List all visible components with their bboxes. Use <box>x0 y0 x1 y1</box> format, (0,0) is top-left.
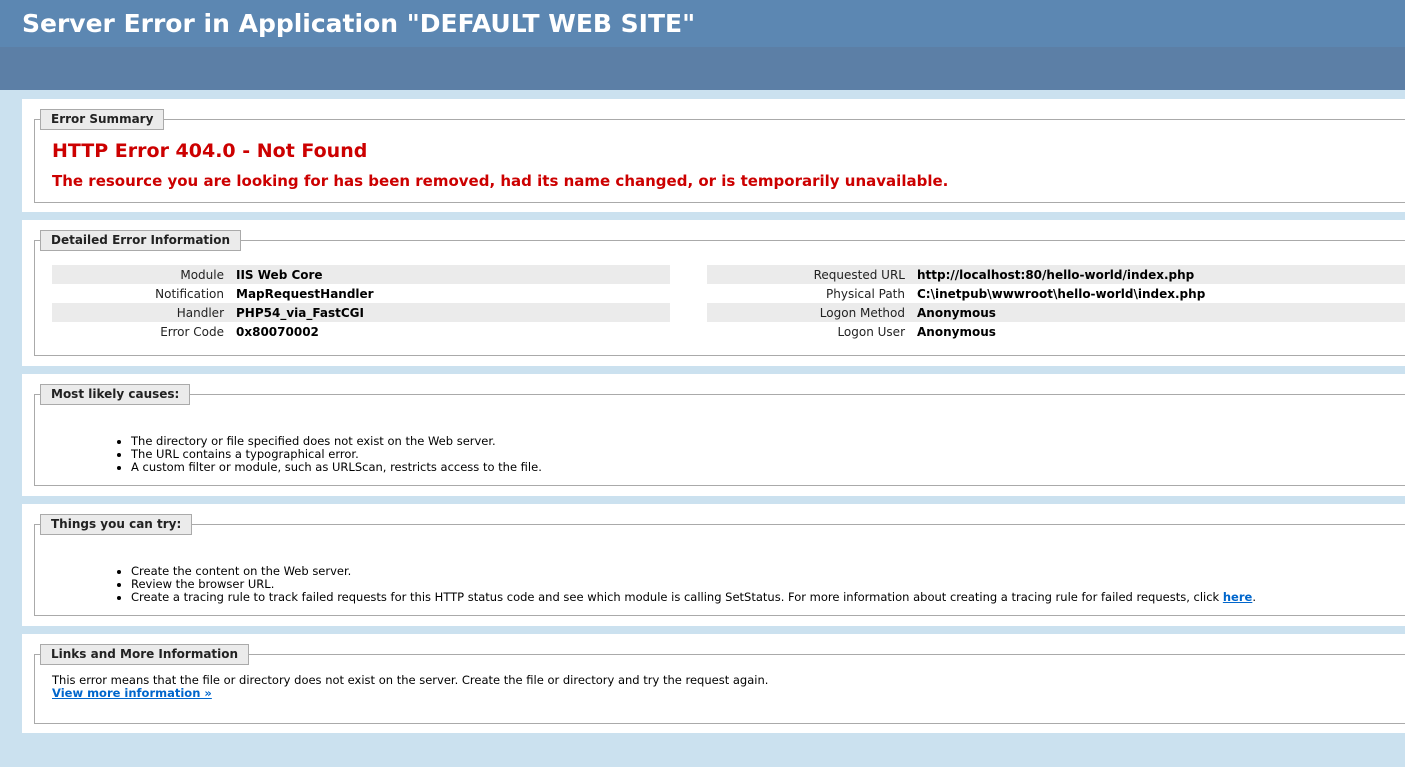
table-row: Physical Path C:\inetpub\wwwroot\hello-w… <box>707 284 1405 303</box>
links-info: This error means that the file or direct… <box>52 674 768 700</box>
detail-label-logon-method: Logon Method <box>707 303 917 322</box>
causes-legend: Most likely causes: <box>40 384 191 405</box>
table-row: Logon User Anonymous <box>707 322 1405 341</box>
error-message: The resource you are looking for has bee… <box>52 172 949 190</box>
table-row: Handler PHP54_via_FastCGI <box>52 303 670 322</box>
causes-section: Most likely causes: The directory or fil… <box>22 374 1405 496</box>
detailed-info-section: Detailed Error Information Module IIS We… <box>22 220 1405 366</box>
causes-list: The directory or file specified does not… <box>119 435 542 474</box>
detail-value-error-code: 0x80070002 <box>236 324 319 339</box>
tracing-rule-end: . <box>1252 590 1256 604</box>
list-item: A custom filter or module, such as URLSc… <box>131 461 542 474</box>
try-section: Things you can try: Create the content o… <box>22 504 1405 626</box>
error-summary-section: Error Summary HTTP Error 404.0 - Not Fou… <box>22 99 1405 212</box>
detail-label-notification: Notification <box>155 286 224 301</box>
page-title: Server Error in Application "DEFAULT WEB… <box>22 9 696 38</box>
error-title: HTTP Error 404.0 - Not Found <box>52 140 368 162</box>
table-row: Requested URL http://localhost:80/hello-… <box>707 265 1405 284</box>
error-summary-fieldset: Error Summary HTTP Error 404.0 - Not Fou… <box>34 109 1405 203</box>
links-section: Links and More Information This error me… <box>22 634 1405 733</box>
detail-value-requested-url: http://localhost:80/hello-world/index.ph… <box>917 265 1405 284</box>
detail-label-module: Module <box>52 265 236 284</box>
try-fieldset: Things you can try: Create the content o… <box>34 514 1405 616</box>
table-row: Error Code 0x80070002 <box>52 322 670 341</box>
detail-label-physical-path: Physical Path <box>826 286 905 301</box>
detail-value-physical-path: C:\inetpub\wwwroot\hello-world\index.php <box>917 286 1206 301</box>
links-legend: Links and More Information <box>40 644 250 665</box>
tracing-rule-text: Create a tracing rule to track failed re… <box>131 590 1223 604</box>
detailed-info-legend: Detailed Error Information <box>40 230 242 251</box>
table-row: Logon Method Anonymous <box>707 303 1405 322</box>
detail-label-logon-user: Logon User <box>837 324 905 339</box>
try-list: Create the content on the Web server. Re… <box>119 565 1256 604</box>
view-more-link[interactable]: View more information » <box>52 686 212 700</box>
links-fieldset: Links and More Information This error me… <box>34 644 1405 724</box>
detail-label-error-code: Error Code <box>160 324 224 339</box>
content-area: Error Summary HTTP Error 404.0 - Not Fou… <box>22 99 1405 741</box>
detail-value-handler: PHP54_via_FastCGI <box>236 303 670 322</box>
detail-table-right: Requested URL http://localhost:80/hello-… <box>707 265 1405 341</box>
causes-fieldset: Most likely causes: The directory or fil… <box>34 384 1405 486</box>
try-legend: Things you can try: <box>40 514 193 535</box>
detailed-info-fieldset: Detailed Error Information Module IIS We… <box>34 230 1405 356</box>
detail-value-module: IIS Web Core <box>236 265 670 284</box>
detail-table-left: Module IIS Web Core Notification MapRequ… <box>52 265 670 341</box>
detail-value-logon-method: Anonymous <box>917 303 1405 322</box>
list-item: Create a tracing rule to track failed re… <box>131 591 1256 604</box>
header-subbar <box>0 47 1405 90</box>
detail-label-handler: Handler <box>52 303 236 322</box>
detail-value-logon-user: Anonymous <box>917 324 996 339</box>
error-summary-legend: Error Summary <box>40 109 165 130</box>
table-row: Notification MapRequestHandler <box>52 284 670 303</box>
here-link[interactable]: here <box>1223 590 1252 604</box>
table-row: Module IIS Web Core <box>52 265 670 284</box>
list-item: Create the content on the Web server. <box>131 565 1256 578</box>
detail-label-requested-url: Requested URL <box>707 265 917 284</box>
detail-value-notification: MapRequestHandler <box>236 286 374 301</box>
page-header: Server Error in Application "DEFAULT WEB… <box>0 0 1405 47</box>
